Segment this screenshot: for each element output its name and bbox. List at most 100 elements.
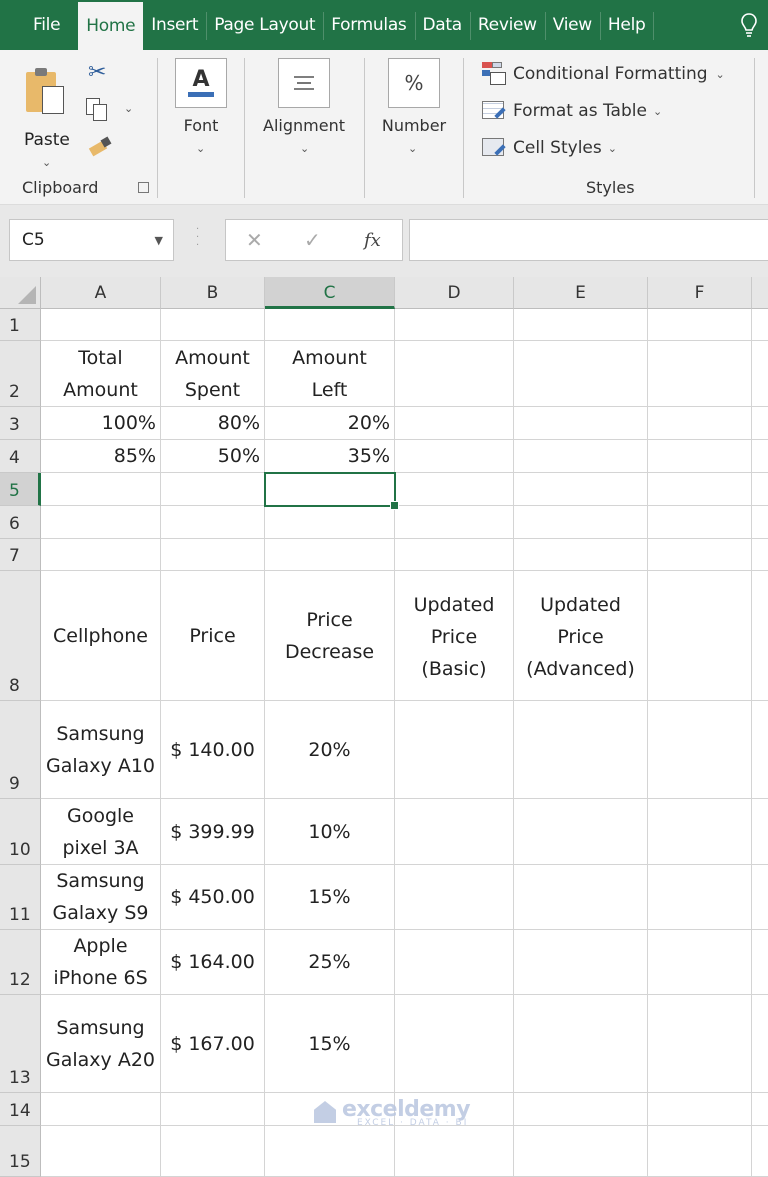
cell-g12[interactable] <box>752 930 768 995</box>
cell-f12[interactable] <box>648 930 752 995</box>
cell-e7[interactable] <box>514 539 648 571</box>
cell-e3[interactable] <box>514 407 648 440</box>
cell-f10[interactable] <box>648 799 752 865</box>
cell-c1[interactable] <box>265 309 395 341</box>
dialog-launcher-icon[interactable] <box>138 182 149 193</box>
cell-g10[interactable] <box>752 799 768 865</box>
cell-d7[interactable] <box>395 539 514 571</box>
cell-b8[interactable]: Price <box>161 571 265 701</box>
cell-c9[interactable]: 20% <box>265 701 395 799</box>
cell-e9[interactable] <box>514 701 648 799</box>
column-header-e[interactable]: E <box>514 277 648 309</box>
cut-icon[interactable]: ✂ <box>88 60 106 85</box>
cell-g2[interactable] <box>752 341 768 407</box>
insert-function-icon[interactable]: fx <box>364 230 381 251</box>
cell-a7[interactable] <box>41 539 161 571</box>
cell-g5[interactable] <box>752 473 768 506</box>
enter-icon[interactable]: ✓ <box>304 228 321 252</box>
cell-f6[interactable] <box>648 506 752 539</box>
cell-b11[interactable]: $ 450.00 <box>161 865 265 930</box>
row-header-9[interactable]: 9 <box>0 701 41 799</box>
cell-e12[interactable] <box>514 930 648 995</box>
cancel-icon[interactable]: ✕ <box>246 228 263 252</box>
row-header-8[interactable]: 8 <box>0 571 41 701</box>
cell-a13[interactable]: Samsung Galaxy A20 <box>41 995 161 1093</box>
cell-a1[interactable] <box>41 309 161 341</box>
row-header-7[interactable]: 7 <box>0 539 41 571</box>
cell-c10[interactable]: 10% <box>265 799 395 865</box>
cell-d2[interactable] <box>395 341 514 407</box>
cell-g4[interactable] <box>752 440 768 473</box>
cell-f11[interactable] <box>648 865 752 930</box>
cell-g8[interactable] <box>752 571 768 701</box>
cell-c8[interactable]: Price Decrease <box>265 571 395 701</box>
tab-view[interactable]: View <box>545 0 602 50</box>
cell-e15[interactable] <box>514 1126 648 1177</box>
cell-b3[interactable]: 80% <box>161 407 265 440</box>
cell-g9[interactable] <box>752 701 768 799</box>
cell-a2[interactable]: Total Amount <box>41 341 161 407</box>
cell-c12[interactable]: 25% <box>265 930 395 995</box>
cell-d11[interactable] <box>395 865 514 930</box>
cell-d5[interactable] <box>395 473 514 506</box>
cell-b4[interactable]: 50% <box>161 440 265 473</box>
cell-g7[interactable] <box>752 539 768 571</box>
cell-g1[interactable] <box>752 309 768 341</box>
row-header-5[interactable]: 5 <box>0 473 41 506</box>
row-header-13[interactable]: 13 <box>0 995 41 1093</box>
cell-b2[interactable]: Amount Spent <box>161 341 265 407</box>
cell-d4[interactable] <box>395 440 514 473</box>
cell-e1[interactable] <box>514 309 648 341</box>
cell-g14[interactable] <box>752 1093 768 1126</box>
column-header-a[interactable]: A <box>41 277 161 309</box>
cell-g6[interactable] <box>752 506 768 539</box>
cell-g11[interactable] <box>752 865 768 930</box>
row-header-11[interactable]: 11 <box>0 865 41 930</box>
cell-a12[interactable]: Apple iPhone 6S <box>41 930 161 995</box>
cell-f1[interactable] <box>648 309 752 341</box>
tab-help[interactable]: Help <box>600 0 655 50</box>
cell-d13[interactable] <box>395 995 514 1093</box>
cell-f9[interactable] <box>648 701 752 799</box>
select-all-button[interactable] <box>0 277 41 309</box>
tab-formulas[interactable]: Formulas <box>323 0 416 50</box>
lightbulb-icon[interactable] <box>726 0 768 50</box>
cell-e11[interactable] <box>514 865 648 930</box>
tab-review[interactable]: Review <box>470 0 546 50</box>
cell-f4[interactable] <box>648 440 752 473</box>
tab-insert[interactable]: Insert <box>143 0 208 50</box>
cell-e6[interactable] <box>514 506 648 539</box>
cell-f13[interactable] <box>648 995 752 1093</box>
row-header-14[interactable]: 14 <box>0 1093 41 1126</box>
cell-a11[interactable]: Samsung Galaxy S9 <box>41 865 161 930</box>
cell-d10[interactable] <box>395 799 514 865</box>
tab-home[interactable]: Home <box>78 2 144 50</box>
cell-a9[interactable]: Samsung Galaxy A10 <box>41 701 161 799</box>
paste-button[interactable]: Paste ⌄ <box>20 60 78 169</box>
column-header-d[interactable]: D <box>395 277 514 309</box>
column-header-g[interactable] <box>752 277 768 309</box>
tab-file[interactable]: File <box>0 0 80 50</box>
row-header-1[interactable]: 1 <box>0 309 41 341</box>
copy-dropdown-icon[interactable]: ⌄ <box>124 102 133 115</box>
row-header-10[interactable]: 10 <box>0 799 41 865</box>
cell-g15[interactable] <box>752 1126 768 1177</box>
name-box[interactable]: C5 ▼ <box>9 219 174 261</box>
cell-c6[interactable] <box>265 506 395 539</box>
row-header-6[interactable]: 6 <box>0 506 41 539</box>
cell-styles-button[interactable]: Cell Styles ⌄ <box>482 136 617 160</box>
cell-c7[interactable] <box>265 539 395 571</box>
cell-g13[interactable] <box>752 995 768 1093</box>
cell-f14[interactable] <box>648 1093 752 1126</box>
column-header-c[interactable]: C <box>265 277 395 309</box>
cell-c4[interactable]: 35% <box>265 440 395 473</box>
cell-e2[interactable] <box>514 341 648 407</box>
cell-a10[interactable]: Google pixel 3A <box>41 799 161 865</box>
cell-d1[interactable] <box>395 309 514 341</box>
cell-b13[interactable]: $ 167.00 <box>161 995 265 1093</box>
cell-e8[interactable]: Updated Price (Advanced) <box>514 571 648 701</box>
cell-b7[interactable] <box>161 539 265 571</box>
cell-b5[interactable] <box>161 473 265 506</box>
name-box-dropdown-icon[interactable]: ▼ <box>155 234 163 247</box>
active-cell-selection[interactable] <box>264 472 399 510</box>
